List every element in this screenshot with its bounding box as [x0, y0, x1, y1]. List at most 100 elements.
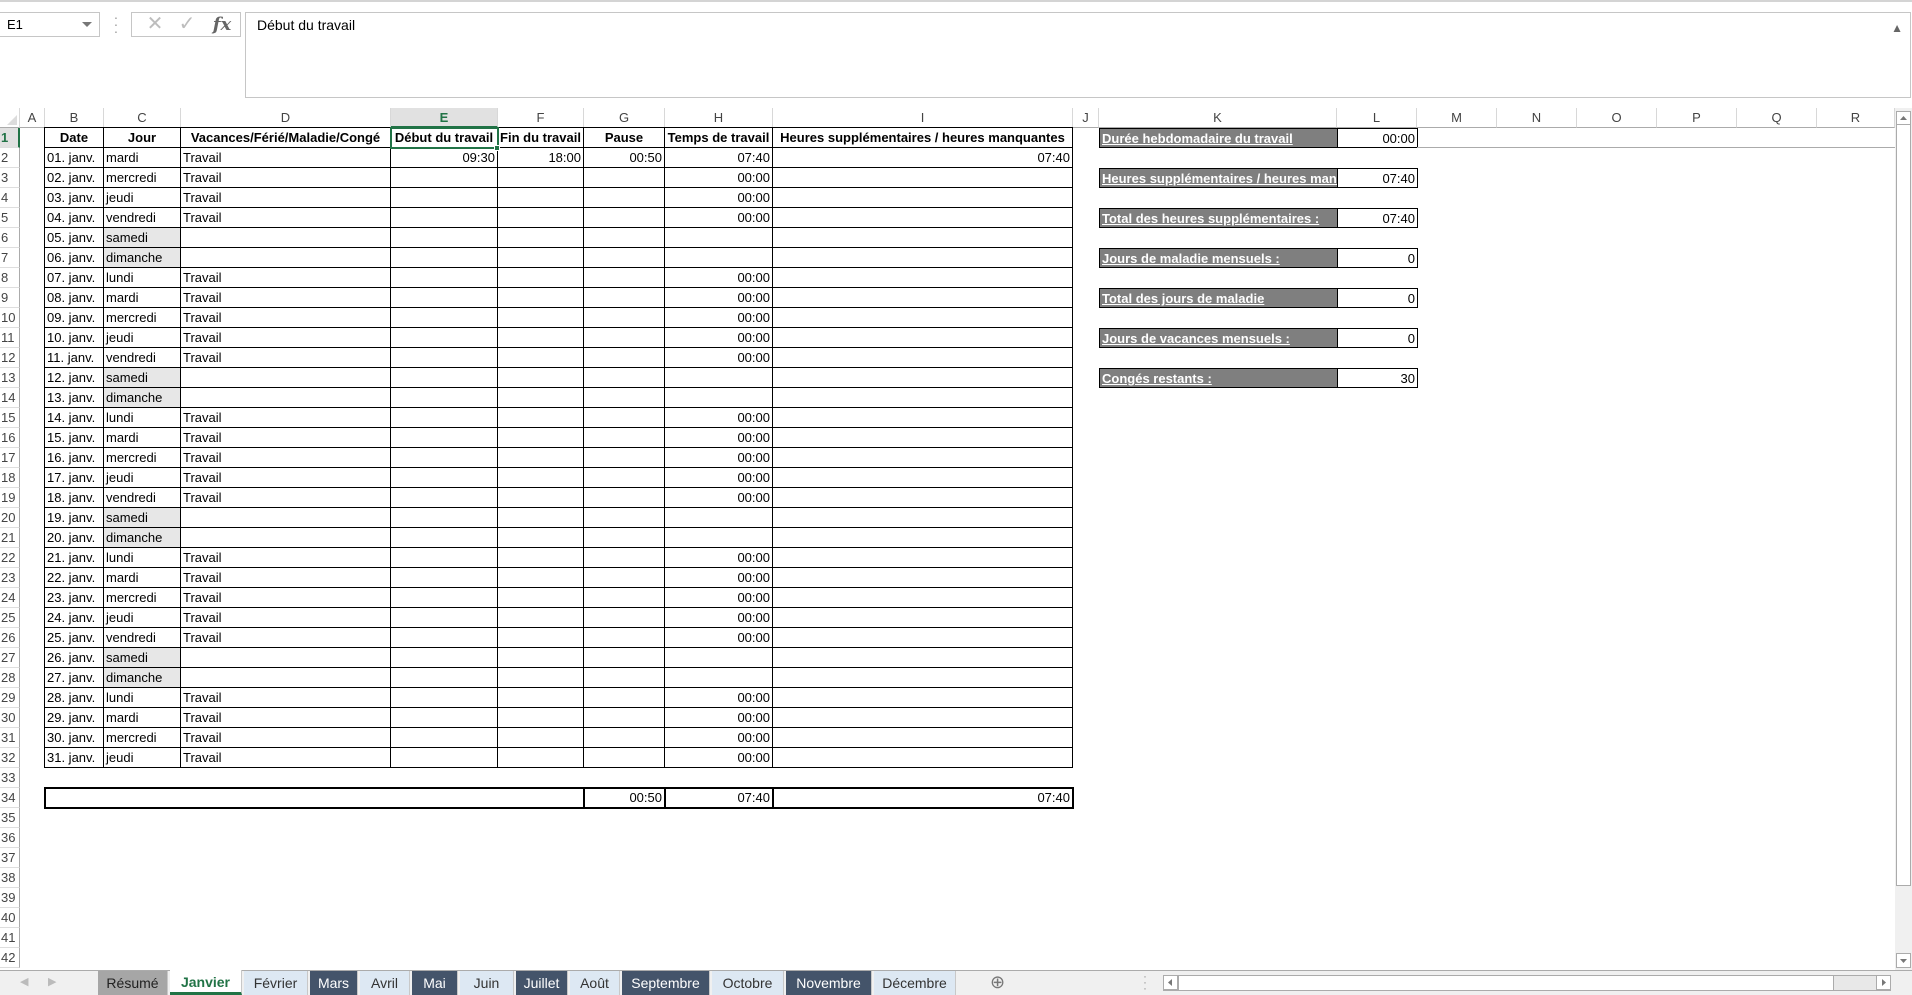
row-header-7[interactable]: 7 [0, 248, 20, 268]
scroll-right-icon[interactable] [1876, 975, 1891, 990]
column-header-h[interactable]: H [665, 108, 773, 128]
table-cell-end[interactable] [497, 327, 584, 348]
table-cell-end[interactable] [497, 267, 584, 288]
column-header-c[interactable]: C [104, 108, 181, 128]
table-cell-start[interactable] [390, 507, 498, 528]
column-header-q[interactable]: Q [1737, 108, 1817, 128]
table-cell-end[interactable] [497, 667, 584, 688]
collapse-formula-bar-icon[interactable]: ▲ [1891, 21, 1903, 35]
table-cell-date[interactable]: 19. janv. [44, 507, 104, 528]
row-header-13[interactable]: 13 [0, 368, 20, 388]
table-cell-worktime[interactable]: 00:00 [664, 207, 773, 228]
table-cell-type[interactable]: Travail [180, 327, 391, 348]
row-header-31[interactable]: 31 [0, 728, 20, 748]
table-cell-type[interactable]: Travail [180, 347, 391, 368]
table-cell-end[interactable] [497, 647, 584, 668]
table-cell-start[interactable] [390, 247, 498, 268]
table-cell-type[interactable]: Travail [180, 747, 391, 768]
table-cell-start[interactable] [390, 547, 498, 568]
totals-pause[interactable]: 00:50 [583, 787, 666, 809]
table-cell-pause[interactable] [583, 627, 665, 648]
row-header-3[interactable]: 3 [0, 168, 20, 188]
table-header-cell[interactable]: Temps de travail [664, 127, 773, 148]
row-header-35[interactable]: 35 [0, 808, 20, 828]
table-cell-start[interactable] [390, 207, 498, 228]
formula-input[interactable]: Début du travail ▲ [245, 12, 1911, 98]
table-cell-type[interactable]: Travail [180, 707, 391, 728]
table-cell-day[interactable]: vendredi [103, 347, 181, 368]
table-cell-day[interactable]: lundi [103, 547, 181, 568]
table-cell-pause[interactable] [583, 207, 665, 228]
row-header-27[interactable]: 27 [0, 648, 20, 668]
table-cell-date[interactable]: 20. janv. [44, 527, 104, 548]
row-header-8[interactable]: 8 [0, 268, 20, 288]
table-cell-day[interactable]: samedi [103, 227, 181, 248]
insert-function-icon[interactable]: fx [208, 13, 236, 36]
table-cell-type[interactable] [180, 667, 391, 688]
row-header-42[interactable]: 42 [0, 948, 20, 968]
table-cell-date[interactable]: 25. janv. [44, 627, 104, 648]
tab-scroll-right-icon[interactable]: ▶ [48, 975, 56, 988]
table-cell-date[interactable]: 18. janv. [44, 487, 104, 508]
table-cell-end[interactable] [497, 747, 584, 768]
row-header-17[interactable]: 17 [0, 448, 20, 468]
table-cell-pause[interactable] [583, 547, 665, 568]
table-cell-type[interactable]: Travail [180, 727, 391, 748]
table-cell-type[interactable]: Travail [180, 627, 391, 648]
table-cell-pause[interactable] [583, 727, 665, 748]
table-cell-worktime[interactable]: 00:00 [664, 267, 773, 288]
table-cell-start[interactable] [390, 627, 498, 648]
table-cell-overtime[interactable] [772, 627, 1073, 648]
column-header-a[interactable]: A [20, 108, 45, 128]
table-cell-worktime[interactable]: 00:00 [664, 727, 773, 748]
sheet-tab-septembre[interactable]: Septembre [622, 971, 710, 995]
table-cell-date[interactable]: 29. janv. [44, 707, 104, 728]
table-cell-start[interactable] [390, 327, 498, 348]
sheet-tab-octobre[interactable]: Octobre [712, 971, 784, 995]
table-cell-pause[interactable] [583, 367, 665, 388]
table-cell-date[interactable]: 23. janv. [44, 587, 104, 608]
column-header-d[interactable]: D [181, 108, 391, 128]
summary-value[interactable]: 07:40 [1337, 168, 1418, 188]
table-cell-overtime[interactable] [772, 507, 1073, 528]
table-cell-type[interactable]: Travail [180, 287, 391, 308]
table-cell-day[interactable]: dimanche [103, 527, 181, 548]
table-cell-date[interactable]: 24. janv. [44, 607, 104, 628]
row-header-21[interactable]: 21 [0, 528, 20, 548]
table-cell-day[interactable]: samedi [103, 647, 181, 668]
table-cell-end[interactable] [497, 527, 584, 548]
table-cell-day[interactable]: vendredi [103, 487, 181, 508]
table-cell-worktime[interactable] [664, 367, 773, 388]
table-cell-worktime[interactable]: 00:00 [664, 487, 773, 508]
formula-bar-grip-icon[interactable]: · · · [113, 10, 119, 38]
row-header-41[interactable]: 41 [0, 928, 20, 948]
table-cell-start[interactable] [390, 387, 498, 408]
row-header-32[interactable]: 32 [0, 748, 20, 768]
table-cell-overtime[interactable] [772, 207, 1073, 228]
name-box-dropdown-icon[interactable] [82, 22, 92, 27]
row-header-40[interactable]: 40 [0, 908, 20, 928]
sheet-tab-avril[interactable]: Avril [360, 971, 410, 995]
table-cell-end[interactable] [497, 427, 584, 448]
table-cell-end[interactable] [497, 347, 584, 368]
table-cell-day[interactable]: vendredi [103, 627, 181, 648]
column-header-l[interactable]: L [1337, 108, 1417, 128]
table-header-cell[interactable]: Pause [583, 127, 665, 148]
table-cell-pause[interactable] [583, 407, 665, 428]
table-cell-date[interactable]: 05. janv. [44, 227, 104, 248]
table-cell-start[interactable] [390, 647, 498, 668]
table-cell-overtime[interactable] [772, 687, 1073, 708]
vertical-scrollbar[interactable] [1895, 108, 1912, 970]
row-header-19[interactable]: 19 [0, 488, 20, 508]
totals-worktime[interactable]: 07:40 [664, 787, 774, 809]
table-cell-start[interactable] [390, 167, 498, 188]
table-cell-start[interactable] [390, 187, 498, 208]
sheet-tab-août[interactable]: Août [570, 971, 620, 995]
table-cell-worktime[interactable]: 00:00 [664, 627, 773, 648]
table-cell-overtime[interactable] [772, 707, 1073, 728]
table-cell-worktime[interactable]: 00:00 [664, 467, 773, 488]
table-cell-pause[interactable] [583, 607, 665, 628]
table-cell-day[interactable]: dimanche [103, 387, 181, 408]
table-cell-overtime[interactable] [772, 447, 1073, 468]
table-cell-type[interactable]: Travail [180, 607, 391, 628]
